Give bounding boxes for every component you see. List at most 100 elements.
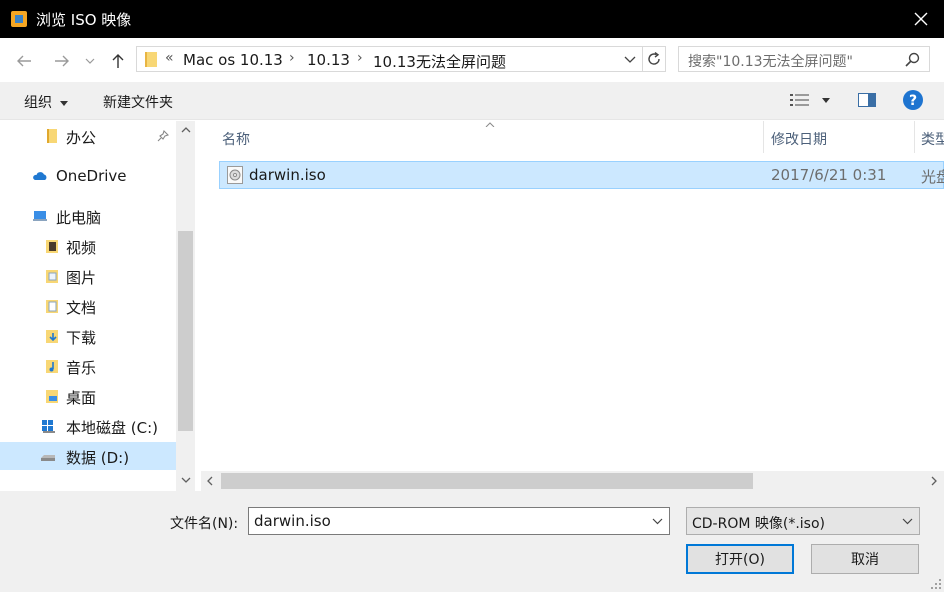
file-modified: 2017/6/21 0:31 (771, 166, 887, 184)
cancel-button[interactable]: 取消 (811, 544, 919, 574)
details-view-icon (790, 94, 809, 106)
filetype-select[interactable]: CD-ROM 映像(*.iso) (686, 507, 920, 535)
breadcrumb-item[interactable]: 10.13 (307, 51, 350, 69)
column-header-label: 名称 (222, 132, 250, 148)
sort-ascending-icon (485, 122, 495, 127)
arrow-up-icon (112, 54, 124, 68)
close-icon (914, 12, 928, 26)
chevron-down-icon[interactable] (624, 56, 636, 64)
view-options-button[interactable] (790, 93, 830, 111)
nav-item-label: OneDrive (56, 167, 127, 185)
navigation-scrollbar[interactable] (176, 121, 195, 491)
nav-item-label: 文档 (66, 299, 97, 317)
desktop-folder-icon (46, 390, 58, 403)
file-row[interactable]: darwin.iso 2017/6/21 0:31 光盘 (219, 161, 944, 189)
nav-item-desktop[interactable]: 桌面 (0, 382, 176, 410)
chevron-left-icon[interactable] (207, 476, 213, 486)
chevron-down-icon (85, 58, 95, 64)
search-input[interactable]: 搜索"10.13无法全屏问题" (678, 46, 930, 72)
filename-input[interactable]: darwin.iso (248, 507, 670, 535)
chevron-right-icon[interactable] (931, 476, 937, 486)
chevron-right-icon[interactable]: › (289, 50, 295, 66)
caret-down-icon (822, 98, 830, 103)
nav-item-pictures[interactable]: 图片 (0, 262, 176, 290)
column-header-name[interactable]: 名称 (201, 121, 763, 153)
nav-item-label: 数据 (D:) (66, 449, 130, 467)
chevron-down-icon[interactable] (181, 477, 191, 483)
nav-item-label: 桌面 (66, 389, 97, 407)
nav-item-drive-c[interactable]: 本地磁盘 (C:) (0, 412, 176, 440)
resize-grip-icon[interactable] (930, 578, 942, 590)
nav-item-label: 下载 (66, 329, 97, 347)
refresh-icon[interactable] (646, 51, 662, 67)
new-folder-button[interactable]: 新建文件夹 (103, 92, 173, 112)
nav-item-documents[interactable]: 文档 (0, 292, 176, 320)
computer-icon (33, 211, 47, 221)
preview-pane-icon (858, 93, 876, 107)
folder-icon (145, 52, 157, 67)
video-folder-icon (46, 240, 58, 253)
address-bar[interactable]: « Mac os 10.13 › 10.13 › 10.13无法全屏问题 (136, 46, 666, 72)
help-icon: ? (903, 90, 923, 110)
filename-value: darwin.iso (254, 512, 331, 530)
recent-locations-button[interactable] (82, 50, 98, 72)
breadcrumb-item[interactable]: Mac os 10.13 (183, 51, 283, 69)
window-title: 浏览 ISO 映像 (36, 11, 132, 29)
nav-item-label: 本地磁盘 (C:) (66, 419, 158, 437)
svg-text:?: ? (909, 93, 917, 109)
search-placeholder: 搜索"10.13无法全屏问题" (688, 54, 853, 70)
nav-item-label: 此电脑 (56, 209, 102, 227)
windows-drive-icon (42, 420, 55, 433)
chevron-down-icon (902, 518, 913, 525)
pin-icon[interactable] (157, 130, 169, 142)
folder-icon (47, 129, 57, 143)
navigation-pane: 办公 OneDrive 此电脑 视频 图片 文档 下载 音乐 桌面 本地磁盘 (… (0, 121, 176, 470)
filetype-value: CD-ROM 映像(*.iso) (692, 516, 826, 532)
pictures-folder-icon (46, 270, 58, 283)
chevron-up-icon[interactable] (181, 127, 191, 133)
nav-item-videos[interactable]: 视频 (0, 232, 176, 260)
organize-button[interactable]: 组织 (24, 92, 69, 112)
nav-item-office[interactable]: 办公 (0, 122, 176, 150)
command-bar: 组织 新建文件夹 ? (0, 82, 944, 120)
column-header-label: 类型 (921, 132, 944, 148)
divider (642, 47, 643, 71)
hard-drive-icon (41, 455, 55, 461)
chevron-right-icon[interactable]: › (357, 50, 363, 66)
column-header-modified[interactable]: 修改日期 (764, 121, 914, 153)
column-header-type[interactable]: 类型 (915, 121, 944, 153)
file-name: darwin.iso (249, 166, 326, 184)
breadcrumb-item[interactable]: 10.13无法全屏问题 (373, 51, 506, 72)
arrow-right-icon (55, 55, 69, 67)
help-button[interactable]: ? (903, 90, 923, 114)
scrollbar-thumb[interactable] (178, 231, 193, 431)
nav-item-onedrive[interactable]: OneDrive (0, 162, 176, 190)
nav-item-drive-d[interactable]: 数据 (D:) (0, 442, 176, 470)
open-button[interactable]: 打开(O) (686, 544, 794, 574)
scrollbar-thumb[interactable] (221, 473, 753, 489)
filename-label: 文件名(N): (170, 516, 239, 532)
nav-item-label: 图片 (66, 269, 97, 287)
nav-item-label: 办公 (66, 129, 97, 147)
column-header-label: 修改日期 (771, 132, 827, 148)
file-list-scrollbar[interactable] (201, 471, 944, 491)
breadcrumb-overflow[interactable]: « (165, 50, 174, 66)
caret-down-icon (60, 100, 69, 106)
organize-label: 组织 (24, 95, 52, 111)
documents-folder-icon (46, 300, 58, 313)
title-bar: 浏览 ISO 映像 (0, 0, 944, 38)
arrow-left-icon (17, 55, 31, 67)
chevron-down-icon[interactable] (652, 518, 663, 525)
nav-item-music[interactable]: 音乐 (0, 352, 176, 380)
search-icon[interactable] (905, 52, 920, 67)
music-folder-icon (46, 360, 58, 373)
nav-item-this-pc[interactable]: 此电脑 (0, 202, 176, 230)
forward-button[interactable] (50, 50, 74, 72)
preview-pane-button[interactable] (858, 93, 876, 111)
nav-item-downloads[interactable]: 下载 (0, 322, 176, 350)
close-button[interactable] (898, 0, 944, 38)
nav-item-label: 音乐 (66, 359, 97, 377)
back-button[interactable] (12, 50, 36, 72)
up-button[interactable] (106, 50, 130, 72)
nav-item-label: 视频 (66, 239, 97, 257)
